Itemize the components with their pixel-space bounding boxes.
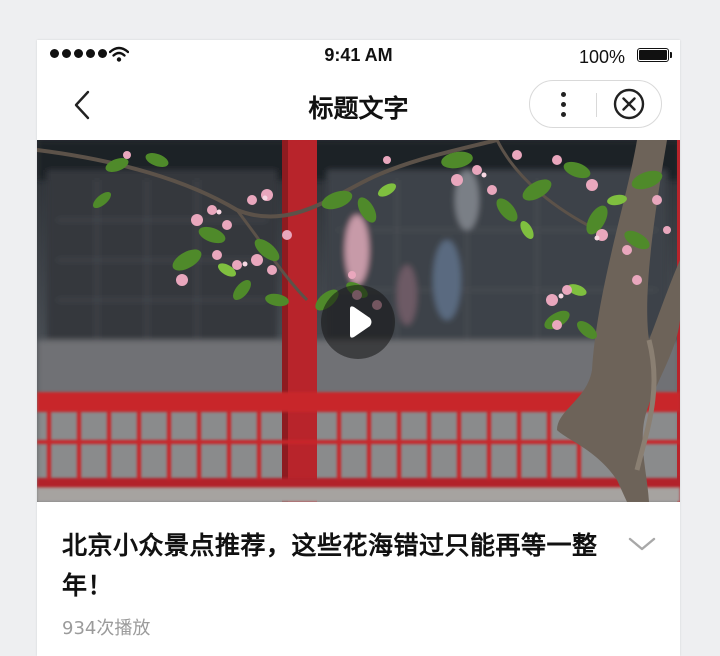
expand-button[interactable] (627, 532, 657, 556)
play-icon (350, 306, 372, 338)
more-vertical-icon (560, 91, 566, 117)
navigation-bar: 标题文字 (37, 72, 680, 140)
play-button[interactable] (321, 285, 395, 359)
play-count: 934次播放 (62, 618, 151, 639)
video-info: 北京小众景点推荐，这些花海错过只能再等一整年！ 934次播放 (37, 502, 680, 656)
status-bar: 9:41 AM 100% (37, 40, 680, 72)
close-circle-icon (613, 88, 645, 120)
video-player[interactable] (37, 140, 680, 502)
close-button[interactable] (597, 81, 661, 127)
chevron-down-icon (628, 537, 656, 551)
capsule-menu (529, 80, 662, 128)
app-screen: 9:41 AM 100% 标题文字 北京小众景点推荐，这些花海错过只能再等一整年… (37, 40, 680, 656)
video-title: 北京小众景点推荐，这些花海错过只能再等一整年！ (62, 531, 598, 600)
battery-full-icon (637, 48, 669, 62)
battery-cap (670, 52, 672, 58)
battery-percentage: 100% (578, 47, 625, 67)
more-button[interactable] (530, 81, 596, 127)
